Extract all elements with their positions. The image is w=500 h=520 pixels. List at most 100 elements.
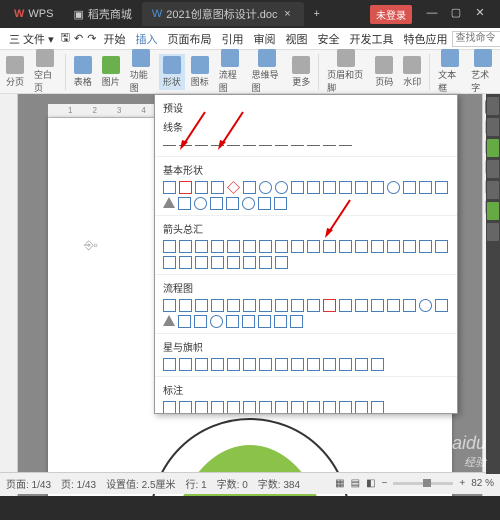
shape-rect[interactable] [435, 181, 448, 194]
shape-arrow[interactable] [307, 240, 320, 253]
shape-arrow[interactable] [419, 240, 432, 253]
shape-arrow[interactable] [243, 256, 256, 269]
shape-flow[interactable] [435, 299, 448, 312]
shape-arrow[interactable] [179, 256, 192, 269]
close-icon[interactable]: × [282, 8, 294, 20]
shape-flow[interactable] [403, 299, 416, 312]
shape-flow[interactable] [387, 299, 400, 312]
shape-arrow[interactable] [355, 240, 368, 253]
shape-arrow[interactable] [211, 240, 224, 253]
zoom-handle[interactable] [423, 479, 431, 487]
shape-arrow[interactable] [275, 240, 288, 253]
ribbon-icons[interactable]: 图标 [187, 54, 213, 90]
shape-flow[interactable] [355, 299, 368, 312]
shape-rect[interactable] [355, 181, 368, 194]
shape-arrow[interactable] [387, 240, 400, 253]
thumb[interactable] [487, 160, 499, 178]
shape-arrow[interactable] [291, 240, 304, 253]
shape-rect[interactable] [291, 181, 304, 194]
shape-line[interactable] [291, 138, 304, 151]
tab-document[interactable]: W 2021创意图标设计.doc × [142, 2, 304, 26]
ribbon-blankpage[interactable]: 空白页 [30, 47, 61, 96]
shape-arrow[interactable] [259, 256, 272, 269]
shape-line[interactable] [179, 138, 192, 151]
shape-rect[interactable] [195, 181, 208, 194]
menu-file[interactable]: 三 文件 ▾ [4, 31, 59, 47]
shape-callout[interactable] [227, 401, 240, 414]
shape-callout[interactable] [275, 401, 288, 414]
ribbon-mindmap[interactable]: 思维导图 [248, 47, 287, 96]
shape-callout[interactable] [371, 401, 384, 414]
shape-star[interactable] [307, 358, 320, 371]
shape-flow[interactable] [210, 315, 223, 328]
shape-rect[interactable] [307, 181, 320, 194]
shape-rect[interactable] [211, 181, 224, 194]
shape-circle[interactable] [275, 181, 288, 194]
shape-rect[interactable] [403, 181, 416, 194]
shape-arrow[interactable] [323, 240, 336, 253]
shape-callout[interactable] [211, 401, 224, 414]
shape-flow[interactable] [178, 315, 191, 328]
ribbon-funcimg[interactable]: 功能图 [126, 47, 157, 96]
ribbon-flowchart[interactable]: 流程图 [215, 47, 246, 96]
shape-rect[interactable] [419, 181, 432, 194]
shape-flow[interactable] [163, 299, 176, 312]
shape-arrow[interactable] [195, 256, 208, 269]
shape-arrow[interactable] [435, 240, 448, 253]
shape-callout[interactable] [339, 401, 352, 414]
shape-arrow[interactable] [339, 240, 352, 253]
shape-rect[interactable] [163, 181, 176, 194]
menu-start[interactable]: 开始 [98, 31, 130, 47]
tab-add[interactable]: + [304, 4, 330, 24]
thumb[interactable] [487, 181, 499, 199]
ribbon-table[interactable]: 表格 [70, 54, 96, 90]
shape-arrow[interactable] [259, 240, 272, 253]
shape-arrow[interactable] [227, 240, 240, 253]
shape-star[interactable] [355, 358, 368, 371]
shape-flow[interactable] [419, 299, 432, 312]
shape-arrow[interactable] [227, 256, 240, 269]
menu-special[interactable]: 特色应用 [398, 31, 452, 47]
shape-rect[interactable] [243, 181, 256, 194]
shape-callout[interactable] [179, 401, 192, 414]
menu-reference[interactable]: 引用 [216, 31, 248, 47]
shape-flow[interactable] [371, 299, 384, 312]
ribbon-watermark[interactable]: 水印 [399, 54, 425, 90]
thumb[interactable] [487, 118, 499, 136]
shape-star[interactable] [211, 358, 224, 371]
shape-line[interactable] [275, 138, 288, 151]
shape-callout[interactable] [243, 401, 256, 414]
zoom-slider[interactable] [393, 482, 453, 485]
thumb[interactable] [487, 202, 499, 220]
shape-star[interactable] [179, 358, 192, 371]
shape-flow[interactable] [242, 315, 255, 328]
shape-arrow[interactable] [275, 256, 288, 269]
search-input[interactable] [452, 31, 500, 47]
shape-triangle[interactable] [163, 197, 175, 208]
shape-flow[interactable] [258, 315, 271, 328]
shape-circle[interactable] [242, 197, 255, 210]
shape-flow[interactable] [227, 299, 240, 312]
ribbon-textbox[interactable]: 文本框 [434, 47, 465, 96]
shape-flow[interactable] [195, 299, 208, 312]
shape-callout[interactable] [291, 401, 304, 414]
shape-flow[interactable] [163, 315, 175, 326]
shape-star[interactable] [371, 358, 384, 371]
shape-star[interactable] [339, 358, 352, 371]
shape-callout[interactable] [355, 401, 368, 414]
menu-review[interactable]: 审阅 [248, 31, 280, 47]
tab-store[interactable]: ▣ 稻壳商城 [63, 2, 141, 26]
shape-star[interactable] [243, 358, 256, 371]
shape-rect[interactable] [258, 197, 271, 210]
shape-arrow[interactable] [195, 240, 208, 253]
shape-flow[interactable] [179, 299, 192, 312]
shape-circle[interactable] [387, 181, 400, 194]
ribbon-headerfooter[interactable]: 页眉和页脚 [323, 47, 369, 96]
shape-flow[interactable] [290, 315, 303, 328]
quick-save-icon[interactable]: 🖫 [59, 29, 72, 48]
zoom-value[interactable]: 82 % [471, 478, 494, 489]
ribbon-wordart[interactable]: 艺术字 [467, 47, 498, 96]
shape-arrow[interactable] [243, 240, 256, 253]
shape-flow[interactable] [339, 299, 352, 312]
login-button[interactable]: 未登录 [370, 5, 412, 24]
